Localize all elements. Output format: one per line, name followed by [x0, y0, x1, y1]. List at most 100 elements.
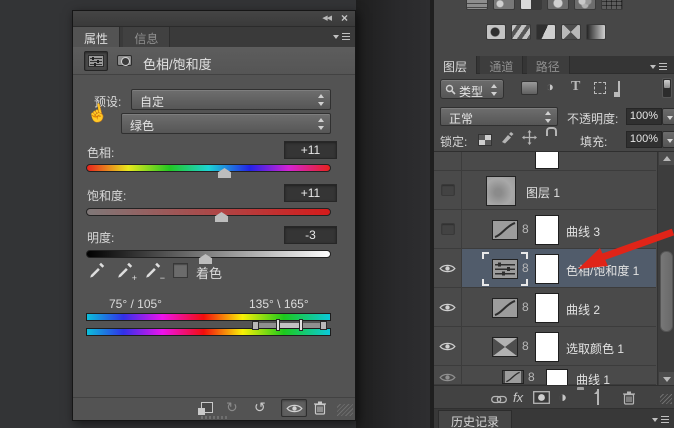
- saturation-slider-thumb[interactable]: [215, 212, 228, 222]
- opacity-value-field[interactable]: 100%: [626, 108, 662, 125]
- hue-slider[interactable]: [86, 164, 331, 172]
- selective-color-layer-icon[interactable]: [492, 337, 518, 357]
- layer-row-partial-bottom[interactable]: 8 曲线 1: [434, 366, 656, 385]
- panel-drag-dots[interactable]: [201, 416, 229, 419]
- filter-type-layers-icon[interactable]: T: [571, 79, 580, 95]
- filter-switch-icon[interactable]: [662, 78, 672, 98]
- layer-mask-thumbnail[interactable]: [535, 332, 559, 362]
- layer-row-partial-top[interactable]: [434, 152, 656, 171]
- layer-name[interactable]: 曲线 2: [566, 301, 600, 318]
- layer-mask-thumbnail[interactable]: [535, 293, 559, 323]
- layer-mask-thumbnail[interactable]: [546, 369, 568, 385]
- curves-layer-icon[interactable]: [502, 370, 524, 384]
- mask-link-icon[interactable]: 8: [522, 339, 529, 353]
- layer-mask-thumbnail[interactable]: [535, 215, 559, 245]
- photo-filter-adjustment-icon[interactable]: [547, 0, 569, 10]
- saturation-slider[interactable]: [86, 208, 331, 216]
- layers-menu-icon[interactable]: [650, 61, 666, 72]
- tab-channels[interactable]: 通道: [480, 56, 523, 74]
- tab-history[interactable]: 历史记录: [438, 410, 512, 428]
- hue-value-field[interactable]: +11: [284, 141, 337, 159]
- visibility-eye-icon[interactable]: [439, 372, 456, 383]
- layer-visibility-well[interactable]: [434, 288, 462, 326]
- layer-style-button[interactable]: fx: [513, 390, 523, 405]
- tab-layers[interactable]: 图层: [434, 56, 477, 74]
- subtract-eyedropper-button[interactable]: −: [141, 257, 166, 283]
- layer-visibility-well[interactable]: [434, 366, 462, 384]
- new-layer-button[interactable]: [597, 390, 599, 404]
- filter-shape-layers-icon[interactable]: [594, 82, 606, 94]
- curves-layer-icon[interactable]: [492, 298, 518, 318]
- color-balance-adjustment-icon[interactable]: [493, 0, 515, 10]
- layer-visibility-well[interactable]: [434, 249, 462, 287]
- posterize-adjustment-icon[interactable]: [511, 24, 531, 40]
- scrollbar-thumb[interactable]: [660, 251, 673, 332]
- lock-transparency-icon[interactable]: [478, 134, 492, 146]
- hue-slider-thumb[interactable]: [218, 168, 231, 178]
- filter-pixel-layers-icon[interactable]: [521, 81, 538, 95]
- colorize-checkbox[interactable]: [173, 263, 188, 278]
- fill-value-field[interactable]: 100%: [626, 131, 662, 148]
- targeted-adjustment-hand-icon[interactable]: ☝: [85, 102, 110, 126]
- lock-paint-icon[interactable]: [500, 130, 514, 147]
- link-layers-button[interactable]: [491, 393, 507, 407]
- layer-visibility-well[interactable]: [434, 327, 462, 365]
- layer-row[interactable]: 图层 1: [434, 171, 656, 210]
- visibility-eye-icon[interactable]: [439, 341, 456, 352]
- scroll-down-icon[interactable]: [659, 372, 674, 385]
- close-icon[interactable]: ×: [341, 11, 348, 25]
- new-adjustment-layer-button[interactable]: ◑: [558, 389, 567, 406]
- eyedropper-button[interactable]: [85, 257, 110, 283]
- selective-color-adjustment-icon[interactable]: [586, 24, 606, 40]
- tab-properties[interactable]: 属性: [73, 27, 120, 47]
- filter-type-dropdown[interactable]: 类型: [440, 79, 504, 99]
- range-handle-left[interactable]: [252, 321, 259, 330]
- range-bar-left[interactable]: [276, 319, 280, 331]
- tab-info[interactable]: 信息: [123, 27, 170, 47]
- blend-mode-dropdown[interactable]: 正常: [440, 107, 558, 126]
- panel-menu-icon[interactable]: [333, 31, 349, 42]
- lightness-value-field[interactable]: -3: [284, 226, 337, 244]
- opacity-dropdown-arrow[interactable]: [662, 108, 674, 125]
- curves-layer-icon[interactable]: [492, 220, 518, 240]
- layer-visibility-well[interactable]: [434, 152, 462, 170]
- range-handle-right[interactable]: [320, 321, 327, 330]
- delete-adjustment-button[interactable]: [313, 400, 327, 418]
- gradient-map-adjustment-icon[interactable]: [561, 24, 581, 40]
- layer-row[interactable]: 8 曲线 2: [434, 288, 656, 327]
- saturation-value-field[interactable]: +11: [284, 184, 337, 202]
- mask-link-icon[interactable]: 8: [522, 261, 529, 275]
- mask-link-icon[interactable]: 8: [522, 300, 529, 314]
- clip-to-layer-button[interactable]: [201, 402, 213, 416]
- properties-titlebar[interactable]: ◀◀ ×: [73, 11, 355, 27]
- layer-visibility-well[interactable]: [434, 171, 462, 209]
- reset-adjustment-icon[interactable]: ↺: [254, 399, 266, 416]
- layer-name[interactable]: 曲线 3: [566, 223, 600, 240]
- layer-row[interactable]: 8 选取颜色 1: [434, 327, 656, 366]
- layer-name[interactable]: 选取颜色 1: [566, 340, 624, 357]
- history-menu-icon[interactable]: [652, 414, 668, 425]
- collapse-to-icons-icon[interactable]: ◀◀: [322, 14, 331, 22]
- huesat-adjustment-icon[interactable]: [466, 0, 488, 10]
- layers-scrollbar[interactable]: [657, 152, 674, 385]
- layer-row-selected[interactable]: 8 色相/饱和度 1: [434, 249, 656, 288]
- visibility-eye-icon[interactable]: [439, 302, 456, 313]
- filter-smart-objects-icon[interactable]: [618, 81, 620, 97]
- range-bar-right[interactable]: [299, 319, 303, 331]
- add-layer-mask-button[interactable]: [533, 391, 550, 407]
- layer-thumbnail[interactable]: [486, 176, 516, 206]
- fill-dropdown-arrow[interactable]: [662, 131, 674, 148]
- visibility-eye-icon[interactable]: [439, 263, 456, 274]
- clip-to-layer-header-icon[interactable]: [113, 51, 137, 71]
- panel-resize-grip[interactable]: [337, 404, 353, 416]
- scroll-up-icon[interactable]: [659, 152, 674, 165]
- layer-name[interactable]: 色相/饱和度 1: [566, 262, 639, 279]
- invert-adjustment-icon[interactable]: [486, 24, 506, 40]
- black-white-adjustment-icon[interactable]: [520, 0, 542, 10]
- filter-adjustment-layers-icon[interactable]: ◑: [546, 79, 554, 94]
- toggle-visibility-button[interactable]: [281, 399, 307, 417]
- layer-mask-thumbnail[interactable]: [535, 152, 559, 169]
- tab-paths[interactable]: 路径: [527, 56, 570, 74]
- threshold-adjustment-icon[interactable]: [536, 24, 556, 40]
- channel-dropdown[interactable]: 绿色: [121, 113, 331, 134]
